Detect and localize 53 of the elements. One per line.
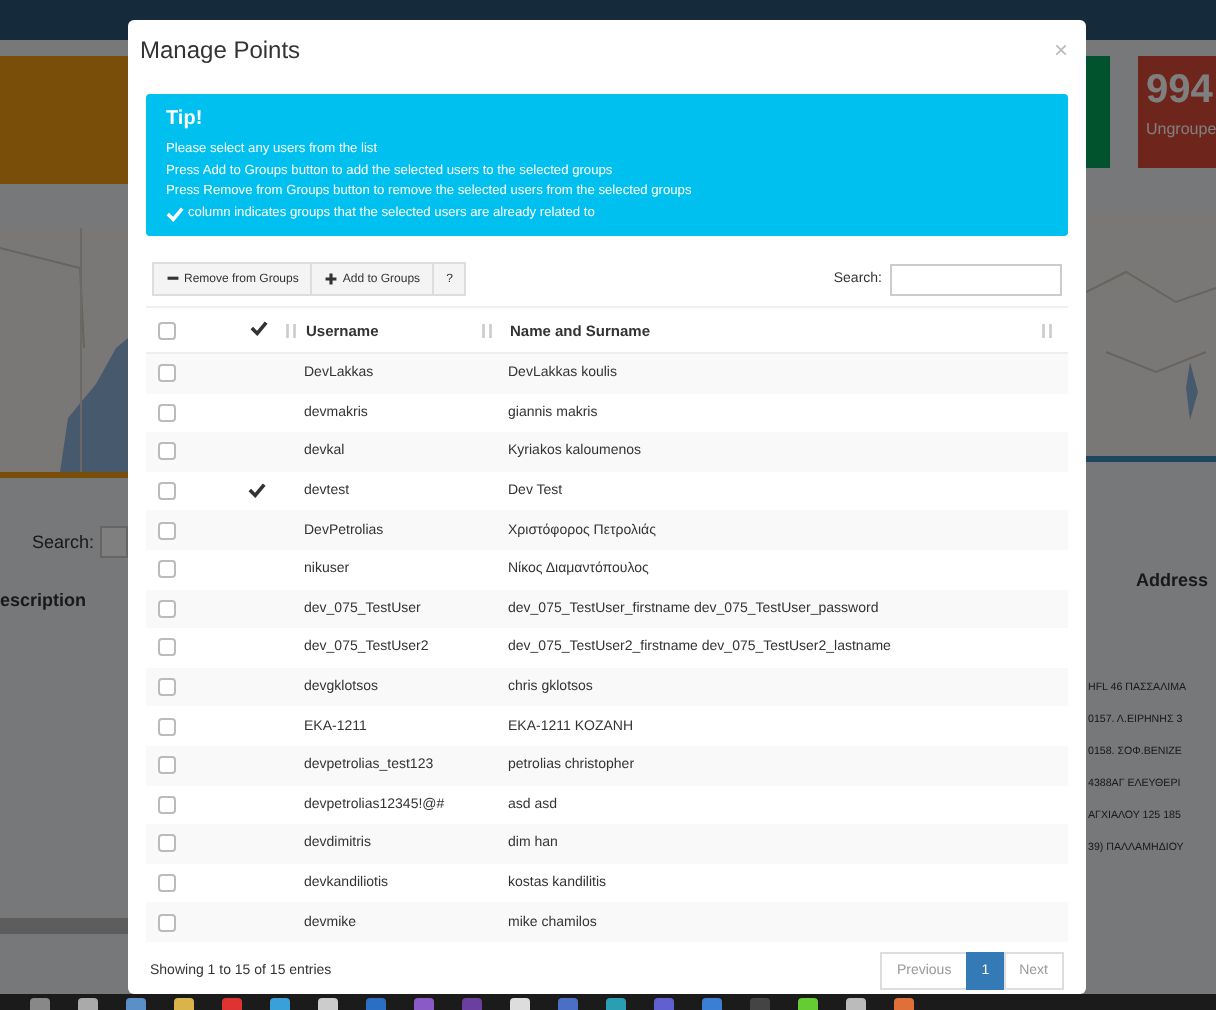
check-icon bbox=[248, 481, 266, 498]
checkbox[interactable] bbox=[158, 874, 176, 893]
sort-icon bbox=[284, 322, 298, 341]
app-icon[interactable] bbox=[126, 998, 146, 1010]
plus-icon bbox=[324, 272, 339, 286]
checkbox[interactable] bbox=[158, 717, 176, 736]
checkbox[interactable] bbox=[158, 442, 176, 461]
app-icon[interactable] bbox=[366, 998, 386, 1010]
scroll-bar bbox=[0, 918, 128, 934]
checkbox[interactable] bbox=[158, 560, 176, 579]
checkbox[interactable] bbox=[158, 834, 176, 853]
search-field[interactable] bbox=[100, 526, 128, 558]
app-icon[interactable] bbox=[654, 998, 674, 1010]
app-icon[interactable] bbox=[798, 998, 818, 1010]
tile-number: 994 bbox=[1146, 68, 1215, 112]
dialog-title: Manage Points bbox=[140, 35, 301, 63]
checkbox[interactable] bbox=[158, 678, 176, 697]
search-field[interactable] bbox=[890, 263, 1062, 295]
check-icon bbox=[166, 205, 184, 222]
column-header: Address bbox=[1134, 570, 1211, 590]
column-header: escription bbox=[0, 590, 89, 610]
app-icon[interactable] bbox=[78, 998, 98, 1010]
checkbox[interactable] bbox=[158, 913, 176, 932]
tip-title: Tip! bbox=[166, 108, 205, 130]
app-icon[interactable] bbox=[606, 998, 626, 1010]
tile-card bbox=[1086, 56, 1110, 168]
app-icon[interactable] bbox=[222, 998, 242, 1010]
app-icon[interactable] bbox=[270, 998, 290, 1010]
checkbox[interactable] bbox=[158, 599, 176, 618]
checkbox[interactable] bbox=[158, 321, 176, 340]
sort-icon bbox=[1040, 321, 1054, 339]
checkbox[interactable] bbox=[158, 638, 176, 657]
app-icon[interactable] bbox=[510, 998, 530, 1010]
sort-icon bbox=[480, 321, 494, 339]
tile-card bbox=[0, 56, 128, 184]
app-icon[interactable] bbox=[558, 998, 578, 1010]
app-icon[interactable] bbox=[894, 998, 914, 1010]
app-icon[interactable] bbox=[318, 998, 338, 1010]
app-icon[interactable] bbox=[414, 998, 434, 1010]
checkbox[interactable] bbox=[158, 756, 176, 775]
app-icon[interactable] bbox=[30, 998, 50, 1010]
minus-icon bbox=[166, 272, 180, 286]
app-icon[interactable] bbox=[174, 998, 194, 1010]
checkbox[interactable] bbox=[158, 364, 176, 383]
checkbox[interactable] bbox=[158, 521, 176, 540]
app-icon[interactable] bbox=[846, 998, 866, 1010]
checkbox[interactable] bbox=[158, 795, 176, 814]
app-icon[interactable] bbox=[702, 998, 722, 1010]
checkbox[interactable] bbox=[158, 403, 176, 422]
check-icon bbox=[250, 319, 268, 336]
search-label: Search: bbox=[31, 532, 94, 552]
tile-label: Ungroupe bbox=[1146, 120, 1216, 138]
checkbox[interactable] bbox=[158, 482, 176, 501]
